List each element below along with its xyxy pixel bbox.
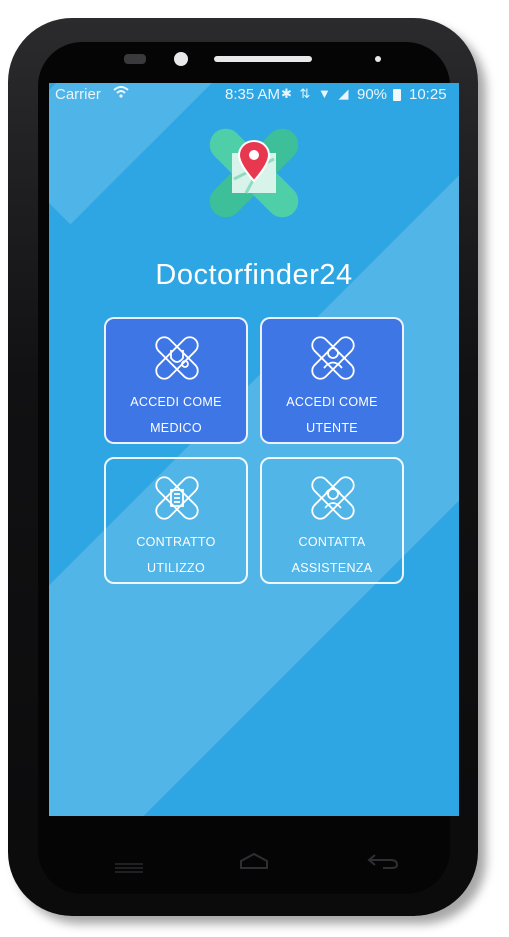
tile-label: ACCEDI COME MEDICO xyxy=(130,395,222,435)
menu-icon[interactable] xyxy=(115,860,143,873)
status-icons: ✱ ⇅ ▼ ◢ xyxy=(281,86,351,101)
front-camera xyxy=(174,52,188,66)
status-time: 8:35 AM xyxy=(225,86,281,103)
terms-of-use-button[interactable]: CONTRATTO UTILIZZO xyxy=(104,457,248,584)
wifi-icon xyxy=(113,86,129,101)
status-bar: Carrier 8:35 AM ✱ ⇅ ▼ ◢ 90% 10:25 xyxy=(49,83,459,105)
document-icon xyxy=(152,473,202,523)
app-screen: Carrier 8:35 AM ✱ ⇅ ▼ ◢ 90% 10:25 Doctor… xyxy=(49,83,459,816)
login-doctor-button[interactable]: ACCEDI COME MEDICO xyxy=(104,317,248,444)
app-title: Doctorfinder24 xyxy=(155,259,353,291)
proximity-sensor xyxy=(375,56,381,62)
tile-label: CONTATTA ASSISTENZA xyxy=(291,535,373,575)
battery-icon xyxy=(393,89,401,101)
status-clock: 10:25 xyxy=(409,86,447,103)
stethoscope-icon xyxy=(152,333,202,383)
battery-percent: 90% xyxy=(357,86,388,103)
login-user-button[interactable]: ACCEDI COME UTENTE xyxy=(260,317,404,444)
back-icon[interactable] xyxy=(367,852,399,875)
user-icon xyxy=(308,333,358,383)
app-logo-icon xyxy=(204,125,304,221)
carrier-label: Carrier xyxy=(55,86,101,103)
contact-support-button[interactable]: CONTATTA ASSISTENZA xyxy=(260,457,404,584)
earpiece-speaker xyxy=(214,56,312,62)
support-agent-icon xyxy=(308,473,358,523)
front-sensor xyxy=(124,54,146,64)
tile-label: CONTRATTO UTILIZZO xyxy=(136,535,216,575)
android-nav-bar xyxy=(49,816,459,876)
home-icon[interactable] xyxy=(239,852,269,875)
tile-label: ACCEDI COME UTENTE xyxy=(286,395,378,435)
